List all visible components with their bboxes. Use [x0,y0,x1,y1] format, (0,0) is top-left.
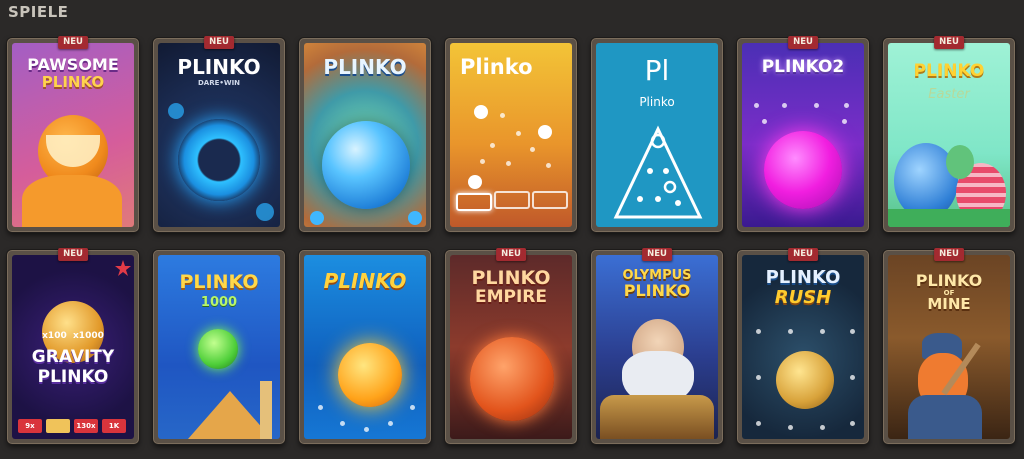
section-title: SPIELE [8,3,69,21]
multiplier-chip [46,419,70,433]
game-logo: PLINKO [915,271,983,290]
game-logo: PLINKO2 [761,57,845,77]
glow-ring [178,119,260,201]
game-card-plinko-empire[interactable]: NEU PLINKO EMPIRE [445,248,577,444]
plinko-ball [538,125,552,139]
game-logo-line2: PLINKO [37,367,109,387]
game-card-plinko-ball[interactable]: PLINKO [299,38,431,232]
new-badge: NEU [58,36,88,49]
game-card-plinko-easter[interactable]: NEU PLINKO Easter [883,36,1015,232]
game-card-plinko-of-mine[interactable]: NEU PLINKO OF MINE [883,248,1015,444]
plinko-ball [474,105,488,119]
triangle-icon [613,125,703,219]
deco-orb [256,203,274,221]
grass [888,209,1010,227]
big-ball [322,121,410,209]
miner-body [908,395,982,439]
cat-body [22,175,122,227]
star-icon [115,260,131,276]
new-badge: NEU [934,248,964,261]
game-logo: PLINKO [471,267,551,289]
game-card-plinko-gold[interactable]: Plinko [445,38,577,232]
new-badge: NEU [496,248,526,261]
game-card-plinko-darewin[interactable]: NEU PLINKO DARE•WIN [153,36,285,232]
deco-orb [408,211,422,225]
new-badge: NEU [934,36,964,49]
game-card-plinko-rush[interactable]: NEU PLINKO RUSH [737,248,869,444]
big-ball [764,131,842,209]
new-badge: NEU [642,248,672,261]
game-subtitle: Plinko [639,95,675,109]
new-badge: NEU [58,248,88,261]
multiplier-chip: 130x [74,419,98,433]
game-card-plinko2[interactable]: NEU PLINKO2 [737,36,869,232]
game-logo-line2: EMPIRE [474,287,548,307]
deco-orb [310,211,324,225]
new-badge: NEU [788,36,818,49]
multiplier-label: x100 x1000 [42,331,104,341]
deco-orb [168,103,184,119]
game-logo: PLINKO [765,267,841,288]
game-card-olympus-plinko[interactable]: NEU OLYMPUS PLINKO [591,248,723,444]
gold-ball [776,351,834,409]
game-logo-line2: MINE [927,295,971,313]
easter-egg-green [946,145,974,179]
game-card-plinko-1000[interactable]: PLINKO 1000 [153,250,285,444]
column [260,381,272,439]
multiplier-chip: 1K [102,419,126,433]
game-logo-line2: PLINKO [41,73,105,91]
game-subtitle: Easter [928,87,970,102]
game-logo-line2: PLINKO [623,281,691,300]
game-logo: PAWSOME [27,55,119,74]
game-subtitle: 1000 [200,295,238,310]
fire-ball [338,343,402,407]
new-badge: NEU [204,36,234,49]
plinko-ball [468,175,482,189]
game-logo: PLINKO [177,55,261,79]
game-logo: PLINKO [913,61,985,81]
green-ball [198,329,238,369]
game-subtitle: DARE•WIN [197,79,241,87]
game-card-plinko-fireball[interactable]: PLINKO [299,250,431,444]
game-logo: Plinko [460,55,533,79]
slot [532,191,568,209]
slot [494,191,530,209]
game-card-pawsome-plinko[interactable]: NEU PAWSOME PLINKO [7,36,139,232]
game-logo: Pl [644,54,670,87]
game-logo-line2: RUSH [774,287,832,308]
new-badge: NEU [788,248,818,261]
game-logo: PLINKO [323,269,407,293]
game-card-pl-plinko[interactable]: Pl Plinko [591,38,723,232]
multiplier-chip: 9x [18,419,42,433]
game-logo: PLINKO [323,55,407,79]
game-logo: GRAVITY [31,347,115,367]
big-ball [470,337,554,421]
zeus-armor [600,395,714,439]
game-card-gravity-plinko[interactable]: NEU x100 x1000 GRAVITY PLINKO 9x 130x 1K [7,248,139,444]
slot [456,193,492,211]
game-logo: PLINKO [179,271,259,293]
